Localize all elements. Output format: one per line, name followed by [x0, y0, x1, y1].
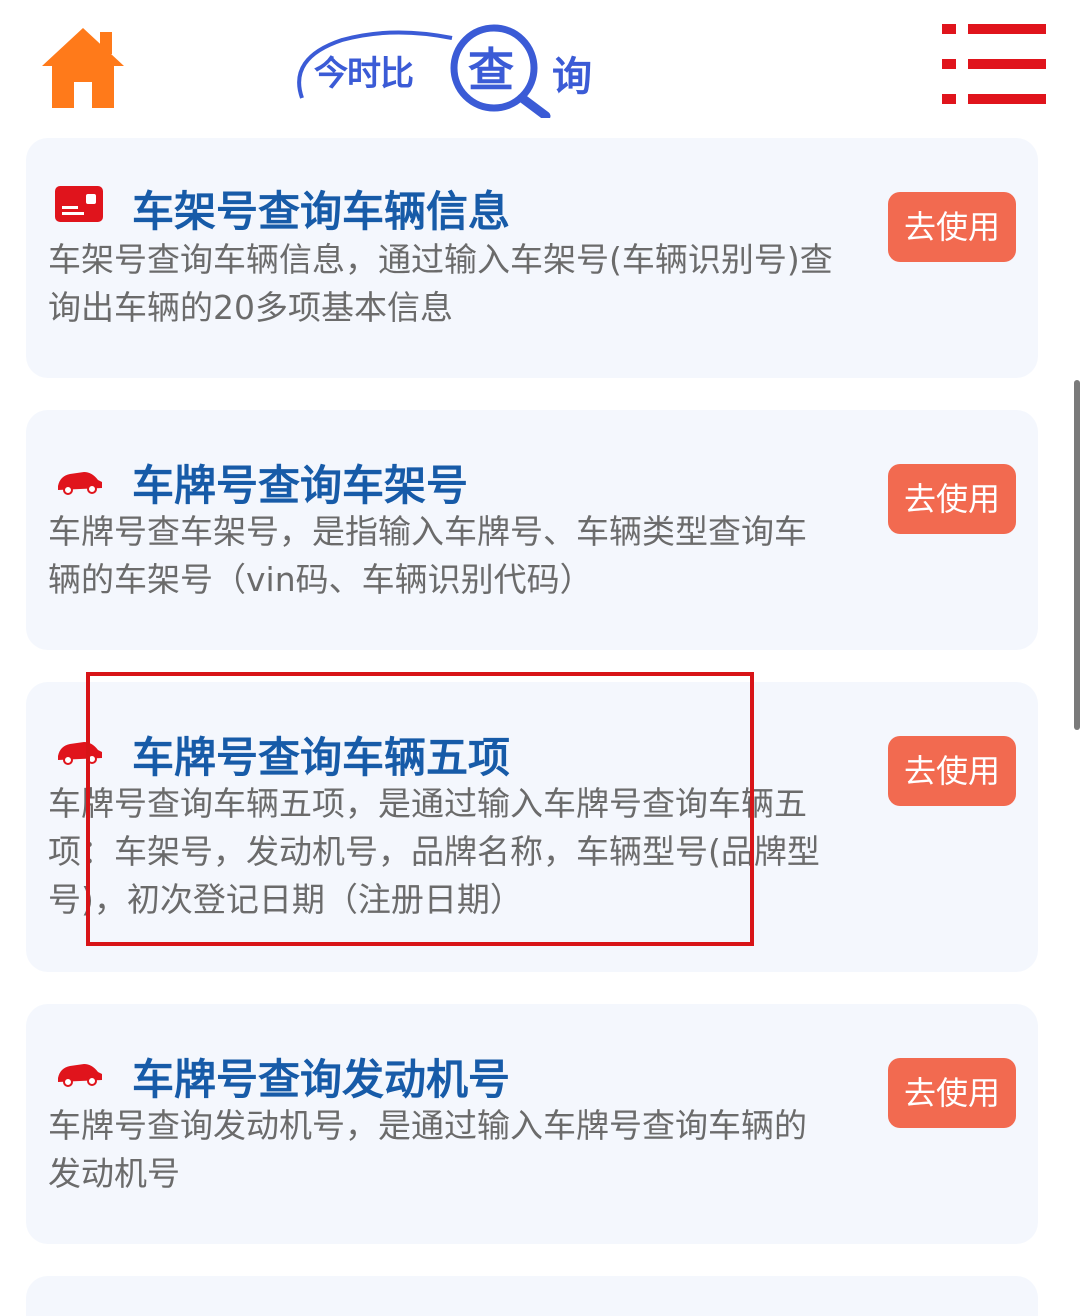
logo-text: 今时比 — [314, 54, 414, 94]
use-button[interactable]: 去使用 — [888, 1058, 1016, 1128]
menu-icon[interactable] — [942, 22, 1046, 106]
card-title: 车架号查询车辆信息 — [132, 187, 511, 236]
logo-cha: 查 — [468, 43, 514, 97]
card-description: 车架号查询车辆信息，通过输入车架号(车辆识别号)查询出车辆的20多项基本信息 — [48, 240, 833, 327]
card-title: 车牌号查询车架号 — [132, 461, 469, 510]
service-card-plate-engine[interactable]: 车牌号查询发动机号 车牌号查询发动机号，是通过输入车牌号查询车辆的发动机号 去使… — [26, 1004, 1038, 1244]
car-icon — [58, 472, 102, 495]
card-title: 车牌号查询发动机号 — [132, 1055, 511, 1104]
use-button[interactable]: 去使用 — [888, 192, 1016, 262]
card-description: 车牌号查询发动机号，是通过输入车牌号查询车辆的发动机号 — [48, 1106, 807, 1193]
car-icon — [58, 1064, 102, 1087]
scrollbar[interactable] — [1074, 380, 1080, 730]
service-card-partial[interactable] — [26, 1276, 1038, 1316]
logo-xun: 询 — [552, 54, 592, 100]
logo: 今时比 查 询 — [282, 18, 612, 118]
card-description: 车牌号查车架号，是指输入车牌号、车辆类型查询车辆的车架号（vin码、车辆识别代码… — [48, 512, 807, 599]
service-card-plate-vin[interactable]: 车牌号查询车架号 车牌号查车架号，是指输入车牌号、车辆类型查询车辆的车架号（vi… — [26, 410, 1038, 650]
id-card-icon — [55, 186, 103, 222]
use-button[interactable]: 去使用 — [888, 736, 1016, 806]
highlight-box — [86, 672, 754, 946]
header: 今时比 查 询 — [0, 0, 1080, 130]
home-icon[interactable] — [38, 24, 128, 110]
service-card-vin-info[interactable]: 车架号查询车辆信息 车架号查询车辆信息，通过输入车架号(车辆识别号)查询出车辆的… — [26, 138, 1038, 378]
use-button[interactable]: 去使用 — [888, 464, 1016, 534]
